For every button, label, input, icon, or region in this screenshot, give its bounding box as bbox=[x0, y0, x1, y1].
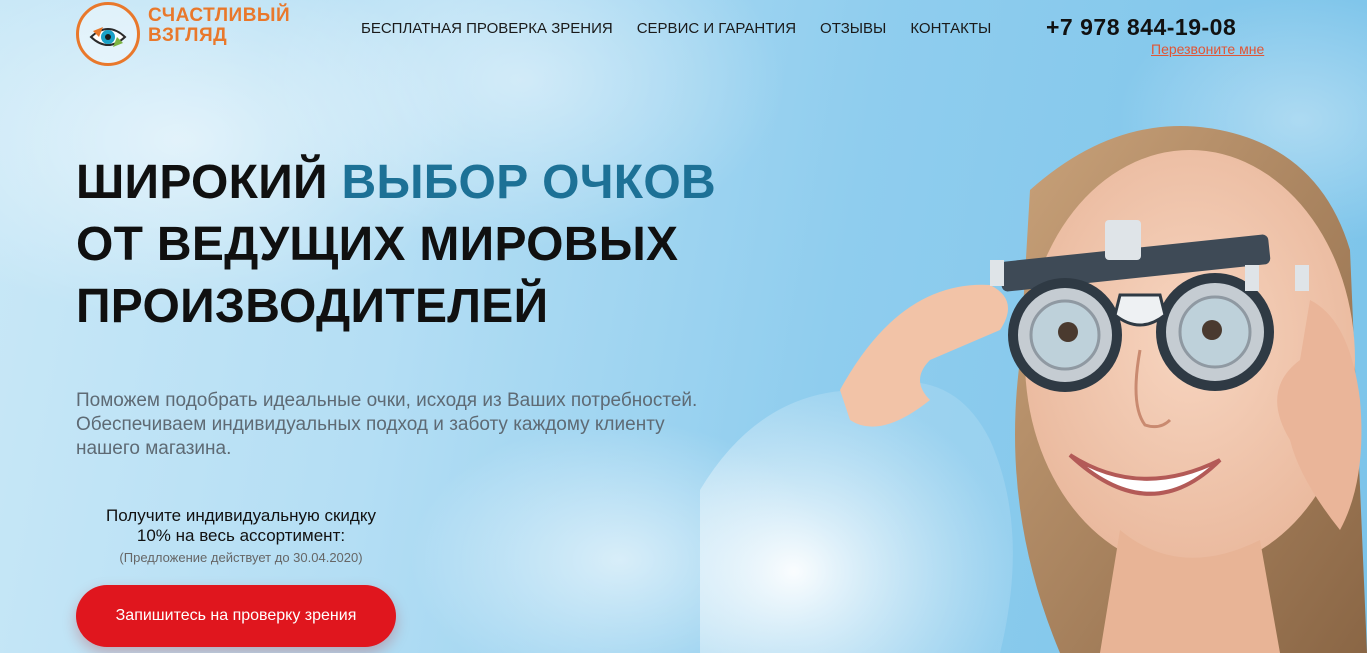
book-eye-test-button[interactable]: Запишитесь на проверку зрения bbox=[76, 585, 396, 647]
description-line1: Поможем подобрать идеальные очки, исходя… bbox=[76, 390, 698, 411]
logo-text: СЧАСТЛИВЫЙ ВЗГЛЯД bbox=[148, 6, 290, 46]
offer-line2: 10% на весь ассортимент: bbox=[136, 526, 346, 545]
description-line2: Обеспечиваем индивидуальных подход и заб… bbox=[76, 414, 665, 435]
eye-logo-icon bbox=[89, 27, 127, 47]
logo-text-line2: ВЗГЛЯД bbox=[148, 25, 228, 46]
nav-link-reviews[interactable]: ОТЗЫВЫ bbox=[820, 20, 886, 37]
main-nav: БЕСПЛАТНАЯ ПРОВЕРКА ЗРЕНИЯ СЕРВИС И ГАРА… bbox=[361, 20, 1015, 37]
hero-description: Поможем подобрать идеальные очки, исходя… bbox=[76, 389, 796, 461]
headline-accent: ВЫБОР ОЧКОВ bbox=[341, 156, 717, 209]
hero-photo bbox=[700, 126, 1367, 653]
logo[interactable]: СЧАСТЛИВЫЙ ВЗГЛЯД bbox=[76, 0, 290, 72]
nav-link-free-eye-test[interactable]: БЕСПЛАТНАЯ ПРОВЕРКА ЗРЕНИЯ bbox=[361, 20, 613, 37]
logo-text-line1: СЧАСТЛИВЫЙ bbox=[148, 5, 291, 26]
headline-line2: ОТ ВЕДУЩИХ МИРОВЫХ bbox=[76, 218, 679, 271]
hero-headline: ШИРОКИЙ ВЫБОР ОЧКОВ ОТ ВЕДУЩИХ МИРОВЫХ П… bbox=[76, 152, 716, 338]
phone-number[interactable]: +7 978 844-19-08 bbox=[1046, 14, 1236, 41]
offer-line1: Получите индивидуальную скидку bbox=[106, 506, 376, 525]
description-line3: нашего магазина. bbox=[76, 438, 232, 459]
offer-note: (Предложение действует до 30.04.2020) bbox=[119, 550, 363, 565]
logo-circle bbox=[76, 2, 140, 66]
headline-part1: ШИРОКИЙ bbox=[76, 156, 342, 209]
callback-link[interactable]: Перезвоните мне bbox=[1151, 41, 1264, 57]
discount-offer: Получите индивидуальную скидку 10% на ве… bbox=[76, 506, 406, 565]
headline-line3: ПРОИЗВОДИТЕЛЕЙ bbox=[76, 280, 549, 333]
nav-link-contacts[interactable]: КОНТАКТЫ bbox=[910, 20, 991, 37]
nav-link-service-warranty[interactable]: СЕРВИС И ГАРАНТИЯ bbox=[637, 20, 796, 37]
